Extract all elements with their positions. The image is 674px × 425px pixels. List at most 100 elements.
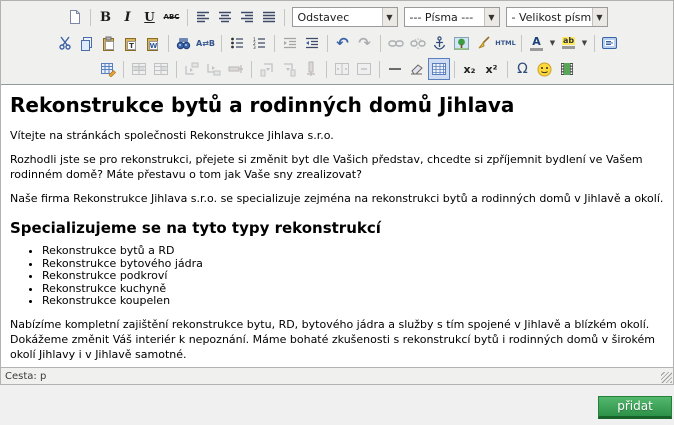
align-right-icon[interactable]	[236, 6, 258, 28]
separator	[221, 35, 222, 52]
paste-as-text-icon[interactable]: T	[120, 32, 142, 54]
underline-button[interactable]: U	[139, 6, 161, 28]
editor-statusbar: Cesta: p	[1, 367, 673, 384]
content-paragraph-3: Naše firma Rekonstrukce Jihlava s.r.o. s…	[10, 191, 664, 206]
chevron-down-icon: ▼	[592, 8, 607, 26]
omega-label: Ω	[517, 61, 528, 77]
toolbar-row-3: x₂ x² Ω	[3, 56, 671, 82]
content-bullet-list: Rekonstrukce bytů a RD Rekonstrukce byto…	[10, 245, 664, 308]
separator	[90, 9, 91, 26]
italic-button[interactable]: I	[117, 6, 139, 28]
insert-column-after-icon	[278, 58, 300, 80]
chevron-down-icon: ▼	[382, 8, 397, 26]
table-row-properties-icon	[128, 58, 150, 80]
svg-text:T: T	[129, 42, 134, 50]
list-item: Rekonstrukce podkroví	[42, 270, 664, 283]
image-icon[interactable]	[451, 32, 473, 54]
special-character-icon[interactable]: Ω	[512, 58, 534, 80]
content-paragraph-2: Rozhodli jste se pro rekonstrukci, přeje…	[10, 152, 664, 182]
list-item: Rekonstrukce koupelen	[42, 295, 664, 308]
rich-text-editor: B I U ABC Odstavec	[0, 0, 674, 385]
separator	[176, 61, 177, 78]
text-color-icon[interactable]: A	[526, 32, 548, 54]
undo-icon[interactable]: ↶	[332, 32, 354, 54]
bold-label: B	[100, 10, 111, 25]
bold-button[interactable]: B	[95, 6, 117, 28]
separator	[327, 35, 328, 52]
numbered-list-icon[interactable]: 123	[248, 32, 270, 54]
submit-button[interactable]: přidat	[598, 396, 672, 419]
strikethrough-button[interactable]: ABC	[161, 6, 183, 28]
separator	[521, 35, 522, 52]
text-color-dropdown-icon[interactable]: ▼	[548, 39, 558, 47]
editable-content-area[interactable]: Rekonstrukce bytů a rodinných domů Jihla…	[1, 85, 673, 367]
find-replace-icon[interactable]: A⇄B	[195, 32, 217, 54]
undo-glyph: ↶	[336, 36, 349, 51]
separator	[187, 9, 188, 26]
indent-icon[interactable]	[301, 32, 323, 54]
font-size-select-value: - Velikost písma	[507, 11, 592, 24]
merge-cells-icon	[353, 58, 375, 80]
background-color-dropdown-icon[interactable]: ▼	[580, 39, 590, 47]
strikethrough-label: ABC	[164, 13, 180, 21]
background-color-icon[interactable]: ab	[558, 32, 580, 54]
separator	[380, 35, 381, 52]
align-justify-icon[interactable]	[258, 6, 280, 28]
insert-row-before-icon	[181, 58, 203, 80]
paste-from-word-icon[interactable]: W	[142, 32, 164, 54]
subscript-icon[interactable]: x₂	[459, 58, 481, 80]
separator	[274, 35, 275, 52]
delete-column-icon	[300, 58, 322, 80]
align-center-icon[interactable]	[214, 6, 236, 28]
resize-handle-icon[interactable]	[661, 372, 672, 383]
separator	[326, 61, 327, 78]
link-icon	[385, 32, 407, 54]
copy-icon[interactable]	[76, 32, 98, 54]
separator	[168, 35, 169, 52]
delete-row-icon	[225, 58, 247, 80]
toggle-guidelines-icon[interactable]	[428, 58, 450, 80]
insert-table-icon[interactable]	[97, 58, 119, 80]
media-icon[interactable]	[556, 58, 578, 80]
page: B I U ABC Odstavec	[0, 0, 674, 425]
separator	[507, 61, 508, 78]
separator	[251, 61, 252, 78]
superscript-icon[interactable]: x²	[481, 58, 503, 80]
bullet-list-icon[interactable]	[226, 32, 248, 54]
cut-icon[interactable]	[54, 32, 76, 54]
html-source-icon[interactable]: HTML	[495, 32, 517, 54]
align-left-icon[interactable]	[192, 6, 214, 28]
form-footer: přidat	[0, 386, 674, 425]
toolbar-row-2: T W A⇄B 123	[3, 30, 671, 56]
separator	[123, 61, 124, 78]
table-cell-properties-icon	[150, 58, 172, 80]
underline-label: U	[144, 10, 154, 24]
redo-glyph: ↷	[358, 36, 371, 51]
content-heading-1: Rekonstrukce bytů a rodinných domů Jihla…	[10, 93, 664, 117]
fullscreen-icon[interactable]	[599, 32, 621, 54]
separator	[284, 9, 285, 26]
find-icon[interactable]	[173, 32, 195, 54]
new-document-icon[interactable]	[64, 6, 86, 28]
background-color-label: ab	[562, 37, 575, 45]
insert-row-after-icon	[203, 58, 225, 80]
format-select[interactable]: Odstavec ▼	[292, 7, 398, 27]
chevron-down-icon: ▼	[484, 8, 499, 26]
horizontal-rule-icon[interactable]	[384, 58, 406, 80]
paste-icon[interactable]	[98, 32, 120, 54]
text-color-label: A	[532, 36, 541, 47]
unlink-icon	[407, 32, 429, 54]
outdent-icon	[279, 32, 301, 54]
svg-text:W: W	[150, 42, 158, 50]
emoticons-icon[interactable]	[534, 58, 556, 80]
editor-toolbar: B I U ABC Odstavec	[1, 1, 673, 85]
separator	[454, 61, 455, 78]
separator	[379, 61, 380, 78]
cleanup-icon[interactable]	[473, 32, 495, 54]
anchor-icon[interactable]	[429, 32, 451, 54]
remove-formatting-icon[interactable]	[406, 58, 428, 80]
font-size-select[interactable]: - Velikost písma ▼	[506, 7, 608, 27]
toolbar-row-1: B I U ABC Odstavec	[3, 4, 671, 30]
font-select[interactable]: --- Písma --- ▼	[404, 7, 500, 27]
list-item: Rekonstrukce bytů a RD	[42, 245, 664, 258]
